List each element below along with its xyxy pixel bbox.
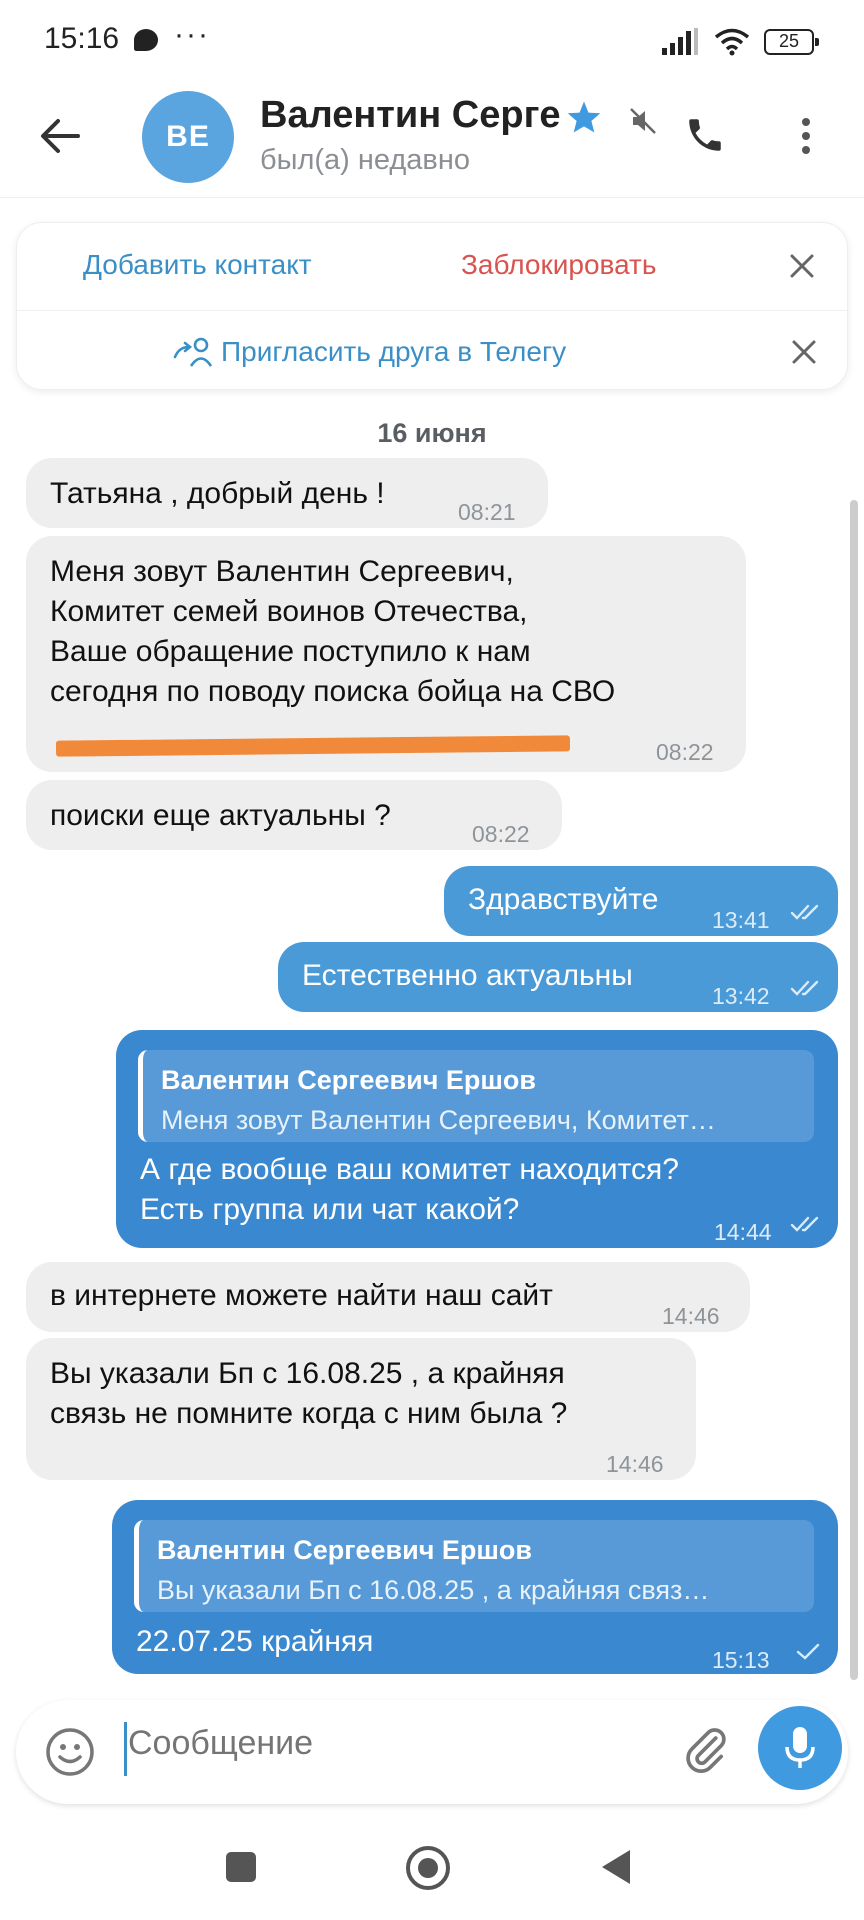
message-line: Комитет семей воинов Отечества, <box>50 595 528 628</box>
contact-actions-row: Добавить контакт Заблокировать <box>17 223 847 311</box>
status-icons: 25 <box>660 24 819 60</box>
message-time: 14:46 <box>662 1303 720 1329</box>
message-time: 13:41 <box>712 907 770 933</box>
message-time: 08:21 <box>458 499 516 525</box>
muted-icon <box>630 108 656 134</box>
message-time: 08:22 <box>472 821 530 847</box>
outgoing-message[interactable]: Естественно актуальны 13:42 <box>278 942 838 1012</box>
chat-header: ВЕ Валентин Серге был(а) недавно <box>0 84 864 198</box>
recent-apps-icon[interactable] <box>226 1852 256 1882</box>
system-back-icon[interactable] <box>602 1850 630 1884</box>
message-time: 08:22 <box>656 739 714 765</box>
message-text: Вы указали Бп с 16.08.25 , а крайняя свя… <box>50 1354 567 1434</box>
block-button[interactable]: Заблокировать <box>461 249 656 281</box>
battery-icon: 25 <box>764 29 819 55</box>
phone-icon[interactable] <box>684 114 726 156</box>
contact-status: был(а) недавно <box>260 144 470 176</box>
incoming-message[interactable]: Татьяна , добрый день ! 08:21 <box>26 458 548 528</box>
system-nav-bar <box>0 1820 864 1920</box>
outgoing-message[interactable]: Валентин Сергеевич Ершов Вы указали Бп с… <box>112 1500 838 1674</box>
incoming-message[interactable]: поиски еще актуальны ? 08:22 <box>26 780 562 850</box>
signal-icon <box>662 28 698 55</box>
star-icon <box>567 101 601 133</box>
reply-text: Меня зовут Валентин Сергеевич, Комитет… <box>161 1105 716 1135</box>
status-bar: 15:16 ··· 25 <box>0 0 864 84</box>
microphone-icon <box>785 1727 815 1768</box>
message-text: в интернете можете найти наш сайт <box>50 1279 553 1312</box>
outgoing-message[interactable]: Валентин Сергеевич Ершов Меня зовут Вале… <box>116 1030 838 1248</box>
message-text: Естественно актуальны <box>302 959 633 992</box>
message-time: 15:13 <box>712 1647 770 1673</box>
chat-notification-icon <box>134 29 158 51</box>
message-line: А где вообще ваш комитет находится? <box>140 1153 679 1186</box>
invite-label: Пригласить друга в Телегу <box>221 336 567 367</box>
text-cursor <box>124 1722 127 1776</box>
message-line: Меня зовут Валентин Сергеевич, <box>50 555 514 588</box>
reply-author: Валентин Сергеевич Ершов <box>157 1535 533 1565</box>
voice-record-button[interactable] <box>758 1706 842 1790</box>
back-arrow-icon[interactable] <box>38 114 82 158</box>
status-time: 15:16 <box>44 22 120 55</box>
emoji-icon[interactable] <box>44 1726 96 1778</box>
reply-author: Валентин Сергеевич Ершов <box>161 1065 537 1095</box>
incoming-message[interactable]: Вы указали Бп с 16.08.25 , а крайняя свя… <box>26 1338 696 1480</box>
avatar[interactable]: ВЕ <box>142 91 234 183</box>
message-line: сегодня по поводу поиска бойца на СВО <box>50 675 616 708</box>
invite-friend-button[interactable]: Пригласить друга в Телегу <box>171 335 566 369</box>
message-time: 14:44 <box>714 1219 772 1245</box>
single-check-icon <box>796 1643 820 1660</box>
double-check-icon <box>790 904 819 920</box>
close-icon[interactable] <box>787 335 821 369</box>
attach-icon[interactable] <box>680 1724 732 1776</box>
contact-name[interactable]: Валентин Серге <box>260 94 560 137</box>
message-line: связь не помните когда с ним была ? <box>50 1397 568 1430</box>
message-text: Меня зовут Валентин Сергеевич, Комитет с… <box>50 552 615 712</box>
home-icon[interactable] <box>406 1846 450 1890</box>
message-time: 14:46 <box>606 1451 664 1477</box>
scrollbar[interactable] <box>850 500 858 1680</box>
message-input[interactable] <box>128 1724 548 1763</box>
double-check-icon <box>790 980 819 996</box>
message-composer <box>16 1700 848 1804</box>
message-text: А где вообще ваш комитет находится? Есть… <box>140 1150 679 1230</box>
close-icon[interactable] <box>785 249 819 283</box>
incoming-message[interactable]: в интернете можете найти наш сайт 14:46 <box>26 1262 750 1332</box>
message-text: поиски еще актуальны ? <box>50 799 391 832</box>
invite-user-icon <box>173 337 213 367</box>
reply-text: Вы указали Бп с 16.08.25 , а крайняя свя… <box>157 1575 710 1605</box>
add-contact-button[interactable]: Добавить контакт <box>83 249 312 281</box>
more-notifications-icon: ··· <box>174 18 210 51</box>
message-text: Здравствуйте <box>468 883 659 916</box>
reply-quote[interactable]: Валентин Сергеевич Ершов Меня зовут Вале… <box>138 1050 814 1142</box>
double-check-icon <box>790 1216 819 1232</box>
reply-quote[interactable]: Валентин Сергеевич Ершов Вы указали Бп с… <box>134 1520 814 1612</box>
more-menu-icon[interactable] <box>796 118 816 162</box>
new-contact-panel: Добавить контакт Заблокировать Пригласит… <box>16 222 848 390</box>
message-time: 13:42 <box>712 983 770 1009</box>
message-text: Татьяна , добрый день ! <box>50 477 385 510</box>
wifi-icon <box>714 28 750 56</box>
outgoing-message[interactable]: Здравствуйте 13:41 <box>444 866 838 936</box>
message-text: 22.07.25 крайняя <box>136 1625 374 1658</box>
message-line: Вы указали Бп с 16.08.25 , а крайняя <box>50 1357 565 1390</box>
message-line: Ваше обращение поступило к нам <box>50 635 531 668</box>
message-line: Есть группа или чат какой? <box>140 1193 520 1226</box>
date-separator: 16 июня <box>377 418 487 448</box>
